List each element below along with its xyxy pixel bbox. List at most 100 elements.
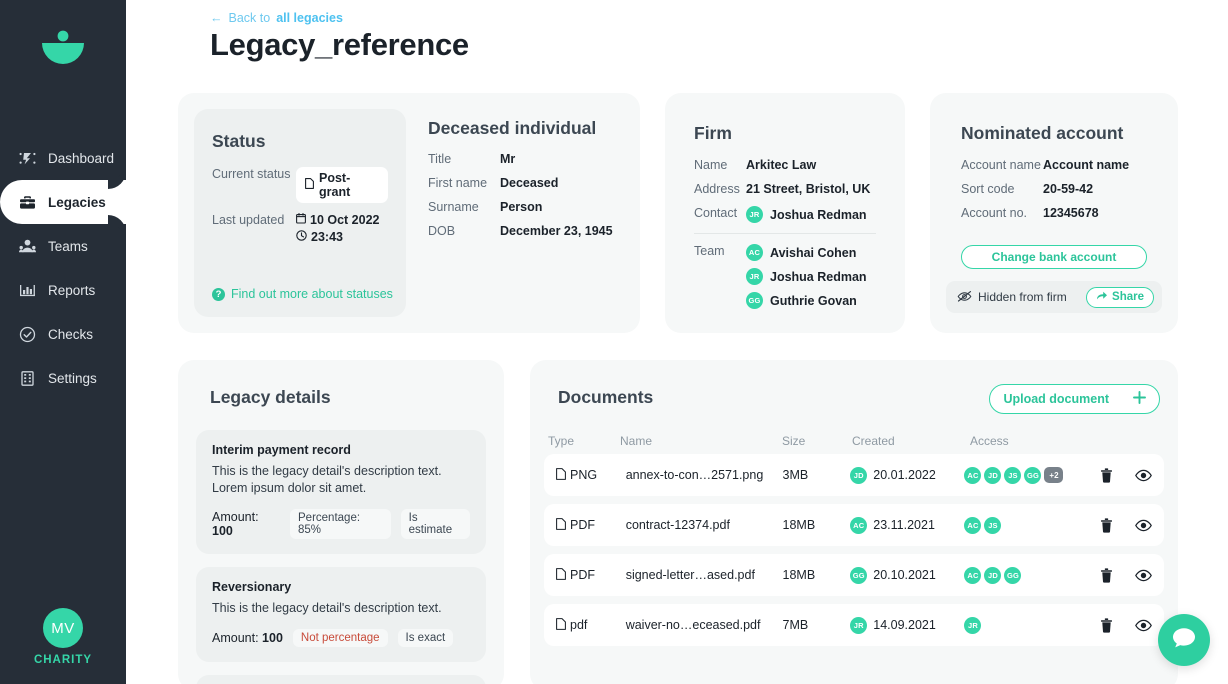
sidebar-item-legacies[interactable]: Legacies (0, 180, 126, 224)
legacy-detail-name: Interim payment record (212, 443, 351, 457)
delete-icon[interactable] (1100, 567, 1113, 583)
row-label: Title (428, 152, 452, 166)
legacy-detail-item[interactable]: Interim payment record This is the legac… (196, 430, 486, 554)
last-updated-date: 10 Oct 2022 (310, 213, 380, 227)
view-icon[interactable] (1135, 569, 1152, 582)
share-button-label: Share (1112, 291, 1144, 303)
column-header-created: Created (852, 434, 895, 448)
avatar: JS (984, 516, 1002, 534)
delete-icon[interactable] (1100, 617, 1113, 633)
sidebar-item-settings[interactable]: Settings (0, 356, 126, 400)
firm-card: Firm Name Arkitec Law Address 21 Street,… (665, 93, 905, 333)
row-label: Name (694, 158, 728, 172)
status-panel: Status Current status Post-grant Last up… (194, 109, 406, 317)
legacy-detail-item[interactable] (196, 674, 486, 684)
document-created: JR 14.09.2021 (850, 616, 964, 634)
team-member: JR Joshua Redman (746, 268, 867, 285)
share-arrow-icon (1096, 290, 1108, 304)
view-icon[interactable] (1135, 519, 1152, 532)
avatar: GG (850, 566, 868, 584)
document-created: AC 23.11.2021 (850, 516, 964, 534)
avatar: AC (964, 566, 982, 584)
row-label: Sort code (961, 182, 1015, 196)
nominated-account-card: Nominated account Account name Account n… (930, 93, 1178, 333)
team-member-name: Avishai Cohen (770, 245, 857, 260)
last-updated-label: Last updated (212, 213, 285, 227)
document-name: annex-to-con…2571.png (625, 468, 764, 482)
chat-bubble-icon (1171, 626, 1197, 655)
summary-cards: Status Current status Post-grant Last up… (178, 93, 1178, 333)
sidebar-nav: Dashboard Legacies Teams Reports Checks … (0, 136, 126, 400)
delete-icon[interactable] (1100, 467, 1113, 483)
legacy-details-panel: Legacy details Interim payment record Th… (178, 360, 504, 684)
delete-icon[interactable] (1100, 517, 1113, 533)
app-logo[interactable] (40, 22, 86, 70)
document-type-label: PDF (570, 518, 595, 532)
nominated-heading: Nominated account (961, 123, 1124, 143)
deceased-row: Surname Person (428, 200, 628, 214)
sidebar-item-reports[interactable]: Reports (0, 268, 126, 312)
firm-team-row: Team AC Avishai Cohen JR Joshua Redman G… (694, 244, 905, 309)
created-date: 20.10.2021 (873, 568, 936, 582)
table-row[interactable]: pdf waiver-no…eceased.pdf 7MB JR 14.09.2… (544, 604, 1164, 646)
status-badge[interactable]: Post-grant (296, 167, 388, 203)
team-member: GG Guthrie Govan (746, 292, 867, 309)
breadcrumb[interactable]: ← Back to all legacies (210, 11, 343, 25)
briefcase-icon (18, 193, 36, 211)
firm-contact-row: Contact JR Joshua Redman (694, 206, 905, 223)
table-row[interactable]: PDF contract-12374.pdf 18MB AC 23.11.202… (544, 504, 1164, 546)
avatar: JR (746, 206, 763, 223)
sidebar-item-checks[interactable]: Checks (0, 312, 126, 356)
sidebar-item-label: Checks (48, 326, 94, 342)
sidebar-item-teams[interactable]: Teams (0, 224, 126, 268)
nominated-row: Sort code 20-59-42 (961, 182, 1178, 196)
amount-value: 100 (212, 523, 233, 538)
legacy-detail-meta: Amount: 100 Not percentage Is exact (212, 628, 470, 647)
amount: Amount: 100 (212, 631, 283, 645)
row-label: Team (694, 244, 725, 258)
chat-support-button[interactable] (1158, 614, 1210, 666)
documents-table: Type Name Size Created Access PNG annex-… (530, 428, 1178, 654)
avatar: AC (746, 244, 763, 261)
page-title: Legacy_reference (210, 27, 469, 62)
eye-off-icon (957, 290, 972, 305)
table-row[interactable]: PDF signed-letter…ased.pdf 18MB GG 20.10… (544, 554, 1164, 596)
column-header-access: Access (970, 434, 1009, 448)
row-value: Deceased (500, 176, 559, 190)
legacy-detail-item[interactable]: Reversionary This is the legacy detail's… (196, 566, 486, 662)
statuses-help-link[interactable]: ? Find out more about statuses (212, 287, 393, 301)
sidebar-user[interactable]: MV CHARITY (34, 608, 92, 666)
table-row[interactable]: PNG annex-to-con…2571.png 3MB JD 20.01.2… (544, 454, 1164, 496)
row-value: Account name (1043, 158, 1130, 172)
document-created: JD 20.01.2022 (850, 466, 964, 484)
change-bank-account-button[interactable]: Change bank account (961, 245, 1147, 269)
amount: Amount: 100 (212, 510, 280, 538)
deceased-row: DOB December 23, 1945 (428, 224, 628, 238)
upload-document-button[interactable]: Upload document (989, 384, 1160, 414)
breadcrumb-link[interactable]: all legacies (276, 11, 343, 25)
avatar: JD (984, 466, 1002, 484)
current-status-row: Current status Post-grant (212, 167, 388, 203)
column-header-type: Type (548, 434, 575, 448)
firm-heading: Firm (694, 123, 732, 143)
team-member-name: Joshua Redman (770, 269, 867, 284)
last-updated-row: Last updated 10 Oct 2022 23:43 (212, 213, 388, 244)
document-access: AC JS (964, 516, 1100, 534)
document-size: 18MB (782, 568, 816, 582)
row-value: 12345678 (1043, 206, 1099, 220)
avatar: MV (43, 608, 83, 648)
access-overflow-badge[interactable]: +2 (1044, 467, 1064, 483)
share-button[interactable]: Share (1086, 286, 1154, 308)
file-icon (305, 178, 314, 192)
view-icon[interactable] (1135, 619, 1152, 632)
row-label: First name (428, 176, 488, 190)
row-actions (1100, 567, 1152, 583)
org-label: CHARITY (33, 654, 93, 666)
view-icon[interactable] (1135, 469, 1152, 482)
status-badge-label: Post-grant (319, 171, 351, 199)
created-date: 20.01.2022 (873, 468, 936, 482)
document-type: PNG (556, 467, 626, 483)
question-icon: ? (212, 287, 225, 301)
sidebar-item-label: Legacies (48, 194, 106, 210)
document-type: pdf (556, 617, 626, 633)
